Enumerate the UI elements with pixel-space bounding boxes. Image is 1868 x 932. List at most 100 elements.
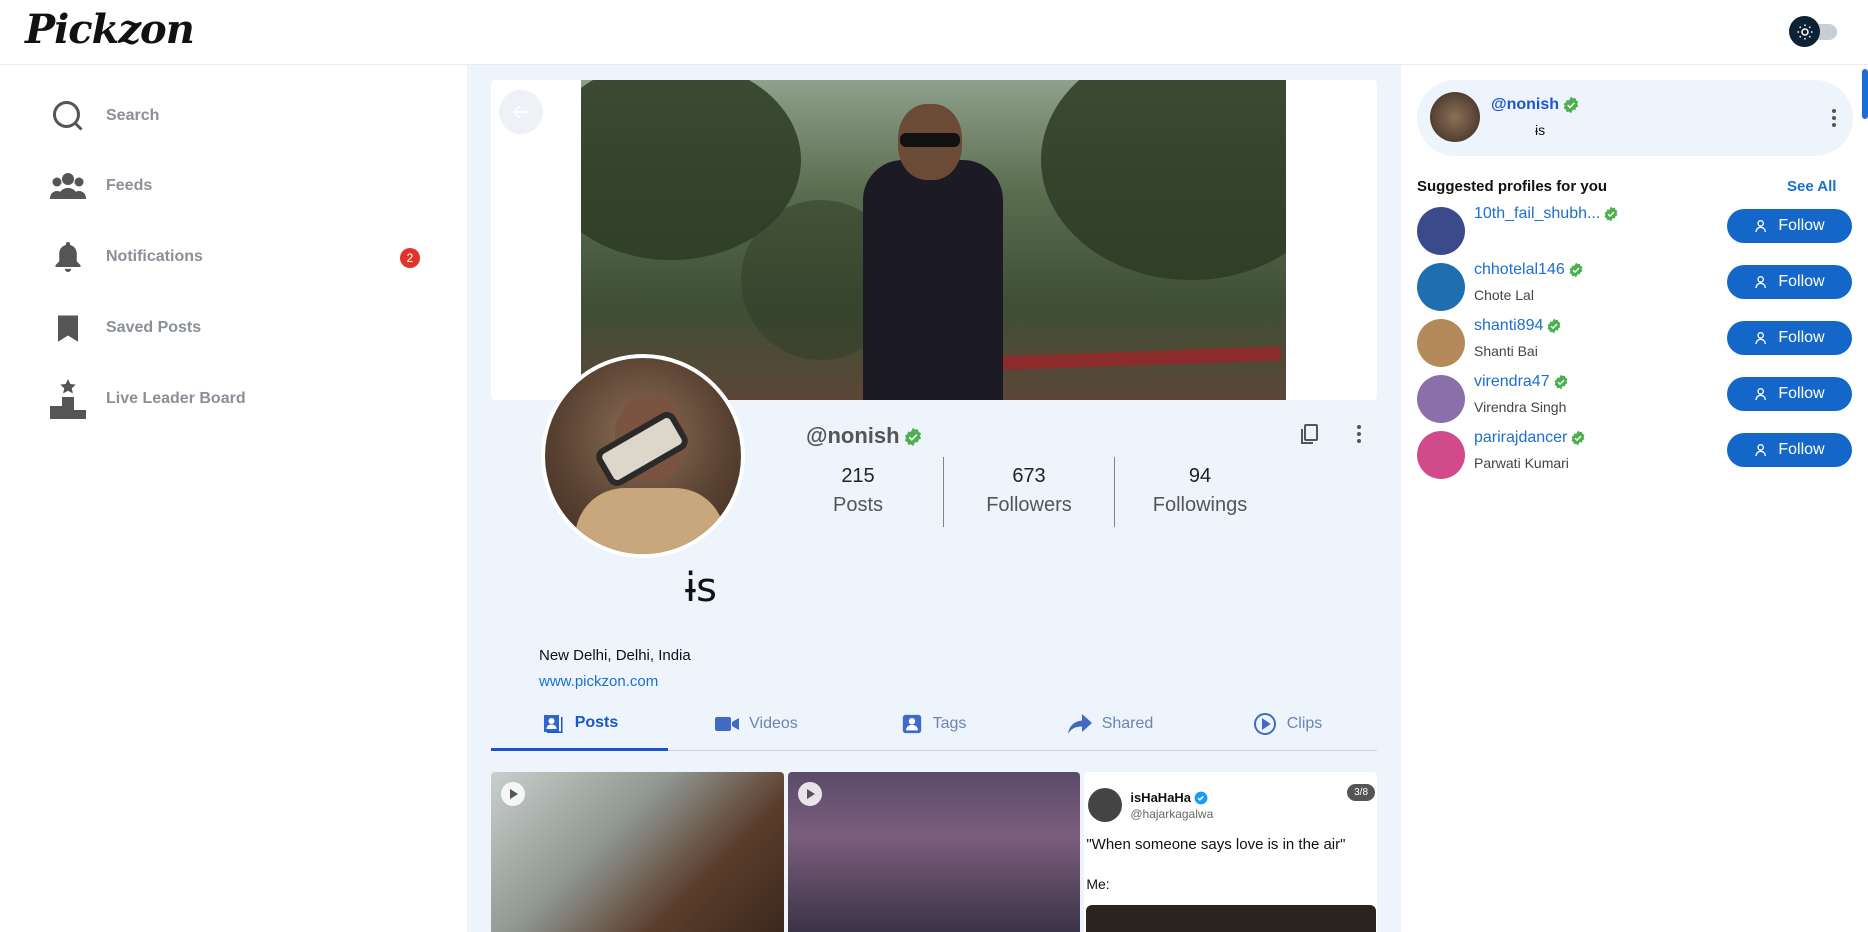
add-user-icon xyxy=(1755,388,1767,401)
tweet-avatar xyxy=(1088,788,1123,822)
sidebar-item-leader-board[interactable]: Live Leader Board xyxy=(48,374,428,424)
stat-number: 94 xyxy=(1188,465,1212,487)
scrollbar[interactable] xyxy=(1862,69,1868,119)
bell-icon xyxy=(48,237,88,277)
stat-followers[interactable]: 673 Followers xyxy=(944,457,1114,529)
follow-button[interactable]: Follow xyxy=(1727,321,1852,355)
sidebar-item-search[interactable]: Search xyxy=(48,91,428,141)
follow-button[interactable]: Follow xyxy=(1727,433,1852,467)
post-thumbnail[interactable]: isHaHaHa @hajarkagalwa 3/8 "When someone… xyxy=(1084,772,1378,932)
tab-videos[interactable]: Videos xyxy=(668,697,845,751)
stat-label: Followings xyxy=(1152,494,1248,516)
avatar[interactable] xyxy=(1430,92,1480,142)
more-options-icon[interactable] xyxy=(1822,106,1846,130)
profile-location: New Delhi, Delhi, India xyxy=(539,647,691,664)
notification-badge: 2 xyxy=(400,248,420,268)
tweet-text: "When someone says love is in the air" xyxy=(1086,836,1346,853)
sidebar-item-feeds[interactable]: Feeds xyxy=(48,161,428,211)
tab-clips[interactable]: Clips xyxy=(1199,697,1376,751)
follow-button[interactable]: Follow xyxy=(1727,377,1852,411)
add-user-icon xyxy=(1755,444,1767,457)
post-thumbnail[interactable] xyxy=(491,772,784,932)
avatar[interactable] xyxy=(1417,207,1465,255)
sidebar-item-label: Notifications xyxy=(106,248,203,265)
suggested-username[interactable]: chhotelal146 xyxy=(1474,261,1584,279)
tweet-name: isHaHaHa xyxy=(1130,790,1208,805)
play-icon xyxy=(797,782,822,806)
sidebar-item-saved-posts[interactable]: Saved Posts xyxy=(48,303,428,353)
cover-photo xyxy=(581,80,1286,400)
stat-label: Followers xyxy=(986,494,1072,516)
play-circle-icon xyxy=(1253,713,1276,735)
cover-card xyxy=(491,80,1377,400)
sun-icon xyxy=(1789,16,1820,47)
tweet-handle: @hajarkagalwa xyxy=(1130,807,1214,821)
suggested-username[interactable]: parirajdancer xyxy=(1474,429,1586,447)
suggested-name: Chote Lal xyxy=(1474,287,1534,303)
profile-username: @nonish xyxy=(806,423,923,449)
suggested-username[interactable]: 10th_fail_shubh... xyxy=(1474,205,1619,223)
post-thumbnail[interactable] xyxy=(787,772,1081,932)
video-camera-icon xyxy=(715,717,740,731)
avatar[interactable] xyxy=(1417,431,1465,479)
share-arrow-icon xyxy=(1067,714,1092,734)
left-sidebar: Search Feeds Notifications 2 Saved Posts… xyxy=(0,65,467,932)
suggested-profile: virendra47 Virendra Singh Follow xyxy=(1417,373,1853,423)
suggested-profile: parirajdancer Parwati Kumari Follow xyxy=(1417,429,1853,479)
stat-number: 673 xyxy=(1012,465,1046,487)
stat-followings[interactable]: 94 Followings xyxy=(1115,457,1285,529)
back-button[interactable] xyxy=(499,90,543,134)
stat-posts[interactable]: 215 Posts xyxy=(773,457,943,529)
tab-label: Tags xyxy=(932,715,967,732)
verified-badge-icon xyxy=(1563,96,1579,114)
tab-posts[interactable]: Posts xyxy=(491,697,668,751)
stat-number: 215 xyxy=(841,465,875,487)
tab-shared[interactable]: Shared xyxy=(1022,697,1199,751)
stat-label: Posts xyxy=(832,494,884,516)
follow-button[interactable]: Follow xyxy=(1727,209,1852,243)
verified-badge-icon xyxy=(1194,791,1208,804)
verified-badge-icon xyxy=(1547,318,1561,334)
profile-avatar[interactable] xyxy=(541,354,745,558)
right-sidebar: @nonish ɨs Suggested profiles for you Se… xyxy=(1401,65,1868,932)
current-user-card[interactable]: @nonish ɨs xyxy=(1417,80,1853,156)
suggested-username[interactable]: shanti894 xyxy=(1474,317,1562,335)
profile-tabs: Posts Videos Tags Shared Clips xyxy=(491,697,1377,751)
suggested-name: Parwati Kumari xyxy=(1474,455,1569,471)
sidebar-item-notifications[interactable]: Notifications 2 xyxy=(48,232,428,282)
avatar[interactable] xyxy=(1417,263,1465,311)
sidebar-item-label: Feeds xyxy=(106,177,153,194)
avatar[interactable] xyxy=(1417,319,1465,367)
tab-label: Videos xyxy=(749,715,798,732)
carousel-count-badge: 3/8 xyxy=(1347,784,1376,801)
sidebar-item-label: Live Leader Board xyxy=(106,390,246,407)
add-user-icon xyxy=(1755,276,1767,289)
profile-display-name: ɨs xyxy=(685,565,717,611)
current-user-name: @nonish xyxy=(1491,96,1580,114)
theme-toggle[interactable] xyxy=(1789,16,1839,47)
suggested-profile: 10th_fail_shubh... Follow xyxy=(1417,205,1853,255)
top-header: Pickzon xyxy=(0,0,1868,65)
suggested-name: Shanti Bai xyxy=(1474,343,1538,359)
tab-label: Clips xyxy=(1286,715,1323,732)
follow-button[interactable]: Follow xyxy=(1727,265,1852,299)
avatar[interactable] xyxy=(1417,375,1465,423)
suggested-username[interactable]: virendra47 xyxy=(1474,373,1569,391)
verified-badge-icon xyxy=(1571,430,1585,446)
sidebar-item-label: Saved Posts xyxy=(106,319,202,336)
tab-tags[interactable]: Tags xyxy=(845,697,1022,751)
more-options-icon[interactable] xyxy=(1347,422,1371,446)
copy-icon[interactable] xyxy=(1297,422,1321,446)
tag-user-icon xyxy=(902,714,921,734)
app-logo[interactable]: Pickzon xyxy=(25,6,195,53)
tweet-me-text: Me: xyxy=(1086,876,1110,892)
suggested-profile: chhotelal146 Chote Lal Follow xyxy=(1417,261,1853,311)
search-icon xyxy=(48,96,88,136)
profile-stats: 215 Posts 673 Followers 94 Followings xyxy=(773,457,1313,529)
sidebar-item-label: Search xyxy=(106,107,160,124)
profile-website-link[interactable]: www.pickzon.com xyxy=(539,673,658,690)
tweet-image xyxy=(1086,905,1377,932)
posts-icon xyxy=(543,714,563,733)
see-all-link[interactable]: See All xyxy=(1787,178,1836,195)
suggested-name: Virendra Singh xyxy=(1474,399,1567,415)
